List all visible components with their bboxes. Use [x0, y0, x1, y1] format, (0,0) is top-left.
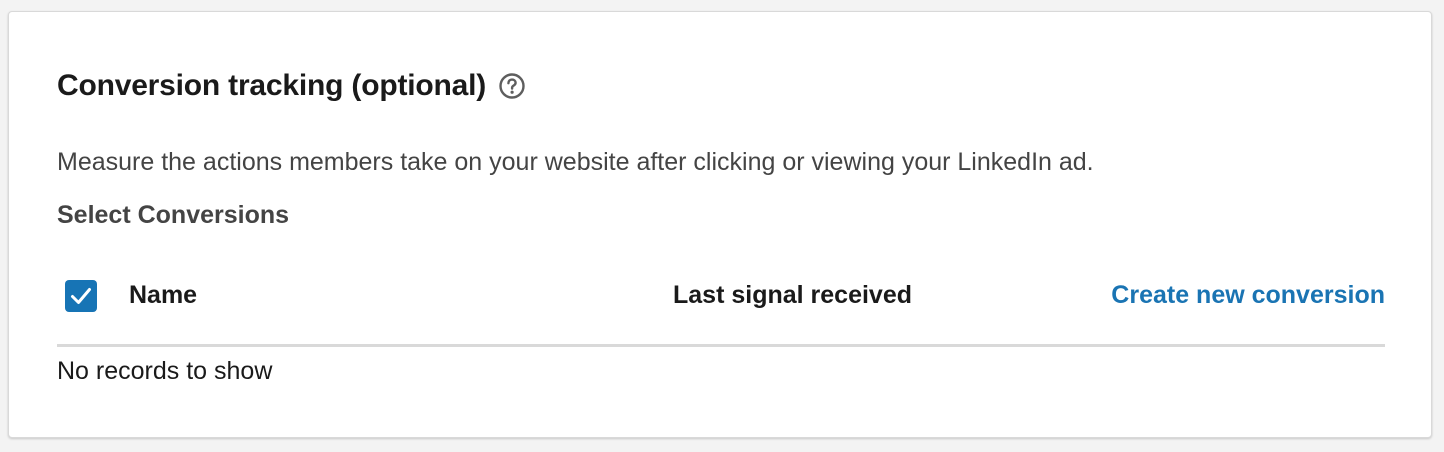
section-title: Conversion tracking (optional) — [57, 69, 487, 102]
column-header-last-signal[interactable]: Last signal received — [673, 278, 912, 312]
column-header-name[interactable]: Name — [129, 278, 197, 312]
empty-state-message: No records to show — [57, 357, 273, 385]
section-description: Measure the actions members take on your… — [57, 148, 1094, 176]
table-divider — [57, 344, 1385, 347]
question-circle-icon[interactable] — [498, 72, 526, 100]
section-header: Conversion tracking (optional) — [57, 66, 526, 106]
checkmark-icon — [71, 288, 91, 304]
conversion-tracking-card: Conversion tracking (optional) Measure t… — [8, 11, 1432, 438]
conversions-table-header: Name Last signal received Create new con… — [57, 276, 1385, 344]
select-all-checkbox[interactable] — [65, 280, 97, 312]
create-new-conversion-link[interactable]: Create new conversion — [1111, 278, 1385, 312]
select-conversions-label: Select Conversions — [57, 201, 290, 229]
